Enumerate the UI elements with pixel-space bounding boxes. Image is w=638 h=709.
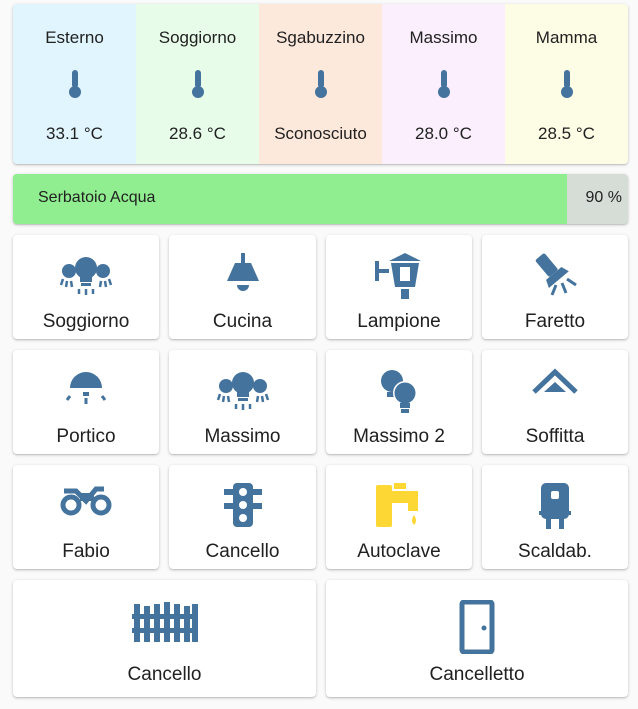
porch-light-icon: [13, 366, 159, 414]
temperature-esterno[interactable]: Esterno 33.1 °C: [13, 4, 136, 164]
temperature-panel: Esterno 33.1 °C Soggiorno 28.6 °C Sgabuz…: [13, 4, 628, 164]
thermometer-icon: [559, 68, 575, 100]
button-cancello-small[interactable]: Cancello: [169, 465, 316, 569]
thermometer-icon: [436, 68, 452, 100]
temperature-mamma[interactable]: Mamma 28.5 °C: [505, 4, 628, 164]
button-lampione[interactable]: Lampione: [326, 235, 472, 339]
ceiling-lights-icon: [169, 366, 316, 414]
temperature-value: 28.6 °C: [169, 124, 226, 143]
ceiling-lamp-icon: [169, 251, 316, 299]
thermometer-icon: [313, 68, 329, 100]
button-faretto[interactable]: Faretto: [482, 235, 628, 339]
bulbs-icon: [326, 366, 472, 414]
thermometer-icon: [67, 68, 83, 100]
temperature-soggiorno[interactable]: Soggiorno 28.6 °C: [136, 4, 259, 164]
button-cancelletto[interactable]: Cancelletto: [326, 580, 628, 697]
button-label: Cucina: [212, 311, 273, 332]
temperature-sgabuzzino[interactable]: Sgabuzzino Sconosciuto: [259, 4, 382, 164]
temperature-name: Esterno: [45, 28, 104, 47]
attic-icon: [482, 366, 628, 414]
water-tank-percent: 90 %: [585, 189, 622, 206]
button-cucina[interactable]: Cucina: [169, 235, 316, 339]
water-pump-icon: [326, 481, 472, 529]
button-massimo[interactable]: Massimo: [169, 350, 316, 454]
temperature-massimo[interactable]: Massimo 28.0 °C: [382, 4, 505, 164]
temperature-name: Soggiorno: [158, 28, 237, 47]
outdoor-lamp-icon: [326, 251, 472, 299]
temperature-value: 33.1 °C: [46, 124, 103, 143]
button-scaldab[interactable]: Scaldab.: [482, 465, 628, 569]
button-fabio[interactable]: Fabio: [13, 465, 159, 569]
button-massimo-2[interactable]: Massimo 2: [326, 350, 472, 454]
button-portico[interactable]: Portico: [13, 350, 159, 454]
button-label: Faretto: [524, 311, 586, 332]
button-label: Cancello: [127, 664, 202, 685]
spotlight-icon: [482, 251, 628, 299]
water-tank-label: Serbatoio Acqua: [38, 189, 156, 206]
button-label: Cancello: [205, 541, 280, 562]
button-soggiorno[interactable]: Soggiorno: [13, 235, 159, 339]
temperature-name: Mamma: [535, 28, 598, 47]
button-autoclave[interactable]: Autoclave: [326, 465, 472, 569]
button-label: Autoclave: [357, 541, 441, 562]
bicycle-icon: [13, 481, 159, 529]
button-label: Portico: [56, 426, 116, 447]
button-label: Soggiorno: [42, 311, 130, 332]
button-label: Massimo 2: [353, 426, 445, 447]
button-label: Soffitta: [525, 426, 585, 447]
ceiling-lights-icon: [13, 251, 159, 299]
button-soffitta[interactable]: Soffitta: [482, 350, 628, 454]
button-label: Fabio: [62, 541, 110, 562]
button-label: Massimo: [204, 426, 281, 447]
water-tank-bar[interactable]: Serbatoio Acqua 90 %: [13, 174, 628, 224]
water-heater-icon: [482, 481, 628, 529]
button-label: Lampione: [357, 311, 441, 332]
temperature-value: 28.5 °C: [538, 124, 595, 143]
button-label: Cancelletto: [429, 664, 525, 685]
door-icon: [326, 600, 628, 654]
button-label: Scaldab.: [518, 541, 592, 562]
temperature-value: 28.0 °C: [415, 124, 472, 143]
gate-icon: [13, 600, 316, 654]
button-cancello-gate[interactable]: Cancello: [13, 580, 316, 697]
temperature-name: Massimo: [409, 28, 478, 47]
thermometer-icon: [190, 68, 206, 100]
traffic-light-icon: [169, 481, 316, 529]
temperature-name: Sgabuzzino: [276, 28, 365, 47]
temperature-value: Sconosciuto: [274, 124, 367, 143]
